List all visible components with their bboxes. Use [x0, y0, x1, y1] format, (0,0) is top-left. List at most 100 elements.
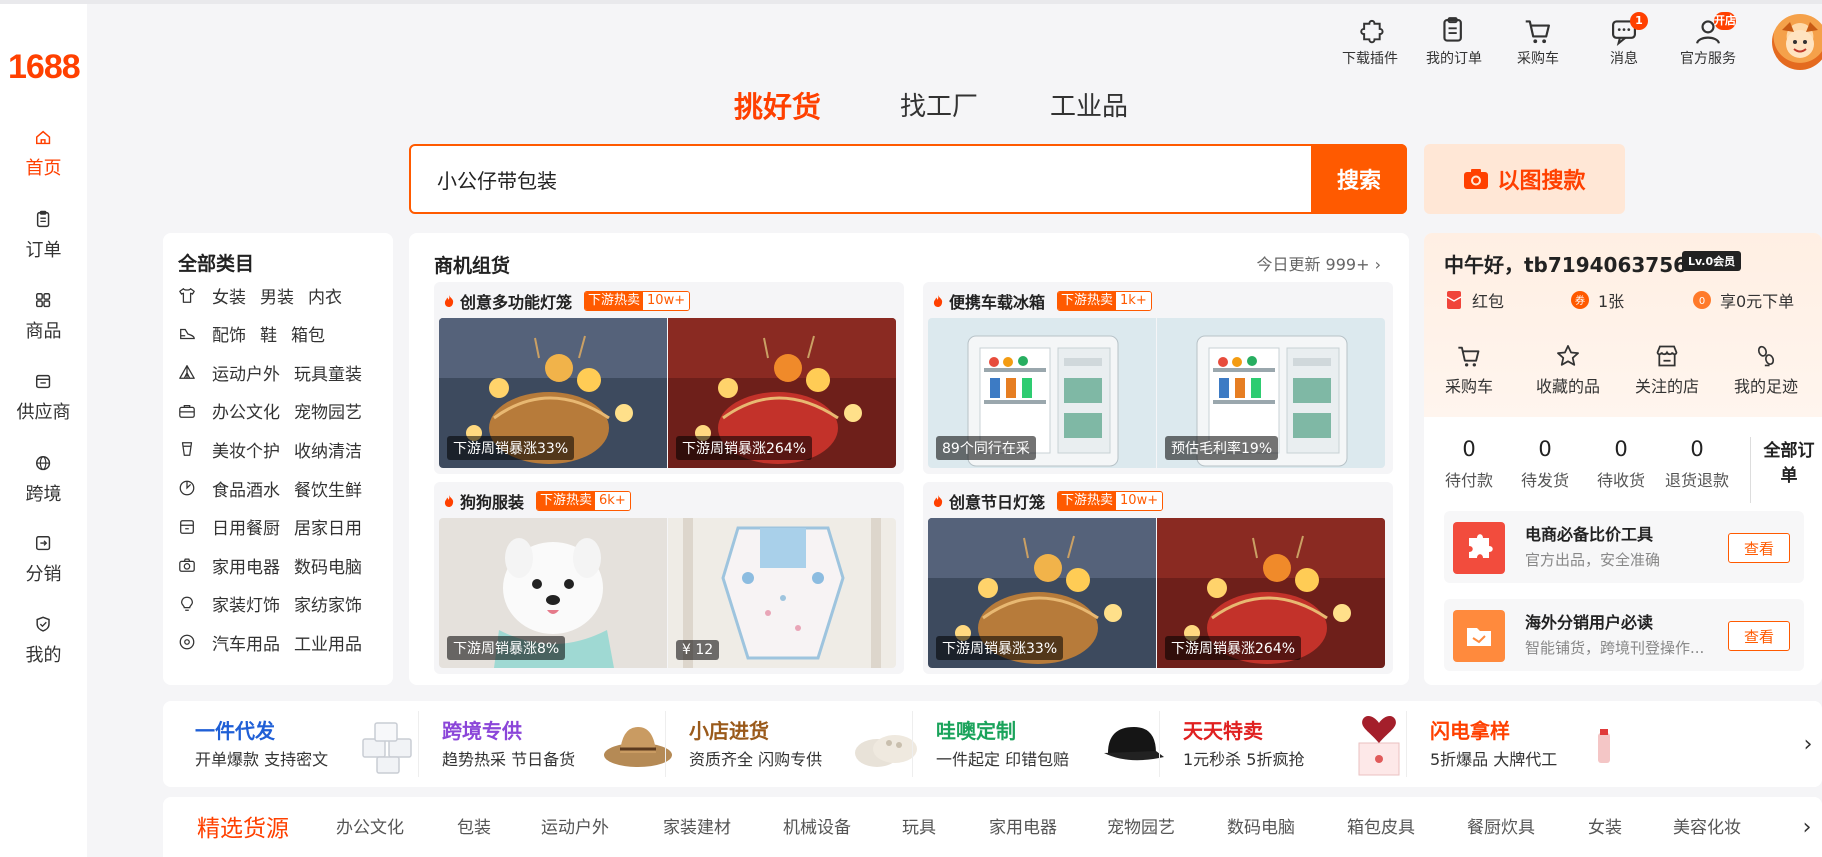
member-level-badge[interactable]: Lv.0会员: [1682, 251, 1742, 271]
category-link[interactable]: 日用餐厨: [212, 514, 280, 539]
user-quick-cart[interactable]: 采购车: [1424, 343, 1519, 397]
perk-red-packet[interactable]: 红包: [1444, 287, 1504, 313]
category-link[interactable]: 工业用品: [294, 630, 362, 655]
product-image[interactable]: 89个同行在采: [928, 318, 1156, 468]
product-image[interactable]: 下游周销暴涨264%: [1157, 518, 1385, 668]
category-link[interactable]: 家用电器: [212, 553, 280, 578]
opportunity-card[interactable]: 创意节日灯笼 下游热卖 10w+ 下游周销暴涨33% 下游周销暴涨264%: [923, 482, 1393, 674]
category-link[interactable]: 运动户外: [212, 360, 280, 385]
site-logo[interactable]: 1688: [8, 48, 81, 87]
product-image[interactable]: 下游周销暴涨8%: [439, 518, 667, 668]
category-link[interactable]: 数码电脑: [294, 553, 362, 578]
featured-category-link[interactable]: 运动户外: [541, 813, 609, 838]
channel-1[interactable]: 跨境专供 趋势热采 节日备货: [410, 701, 695, 787]
category-link[interactable]: 汽车用品: [212, 630, 280, 655]
channel-3[interactable]: 哇噢定制 一件起定 印错包赔: [904, 701, 1189, 787]
order-status[interactable]: 0 待付款: [1431, 437, 1507, 491]
category-link[interactable]: 家装灯饰: [212, 591, 280, 616]
category-row: 办公文化 宠物园艺: [178, 396, 376, 426]
featured-category-link[interactable]: 宠物园艺: [1107, 813, 1175, 838]
all-orders-link[interactable]: 全部订单: [1760, 439, 1818, 489]
product-image[interactable]: 下游周销暴涨33%: [928, 518, 1156, 668]
category-link[interactable]: 美妆个护: [212, 437, 280, 462]
sidebar-item-2[interactable]: 商品: [0, 291, 87, 343]
sidebar-item-5[interactable]: 分销: [0, 534, 87, 586]
category-link[interactable]: 收纳清洁: [294, 437, 362, 462]
channel-4[interactable]: 天天特卖 1元秒杀 5折疯抢: [1151, 701, 1436, 787]
featured-category-link[interactable]: 箱包皮具: [1347, 813, 1415, 838]
featured-category-link[interactable]: 玩具: [902, 813, 936, 838]
tab-pick-goods[interactable]: 挑好货: [734, 84, 821, 126]
user-quick-shop[interactable]: 关注的店: [1617, 343, 1717, 397]
chevron-right-icon: ›: [1803, 731, 1813, 757]
category-link[interactable]: 家纺家饰: [294, 591, 362, 616]
top-user-button[interactable]: 官方服务 开店: [1668, 12, 1748, 68]
channel-next-arrow[interactable]: ›: [1794, 701, 1822, 787]
featured-category-link[interactable]: 机械设备: [783, 813, 851, 838]
shirt-icon: [179, 288, 195, 303]
sidebar-item-4[interactable]: 跨境: [0, 454, 87, 506]
perk-coupon[interactable]: 券 1张: [1570, 287, 1624, 313]
user-quick-footprint[interactable]: 我的足迹: [1716, 343, 1816, 397]
top-clipboard-button[interactable]: 我的订单: [1414, 16, 1494, 68]
category-link[interactable]: 配饰: [212, 321, 246, 346]
tool-card[interactable]: 海外分销用户必读 智能铺货，跨境刊登操作... 查看: [1444, 599, 1804, 671]
sidebar-item-1[interactable]: 订单: [0, 210, 87, 262]
product-image[interactable]: 下游周销暴涨33%: [439, 318, 667, 468]
category-link[interactable]: 鞋: [260, 321, 277, 346]
featured-category-link[interactable]: 餐厨炊具: [1467, 813, 1535, 838]
category-link[interactable]: 餐饮生鲜: [294, 476, 362, 501]
image-search-button[interactable]: 以图搜款: [1424, 144, 1625, 214]
featured-category-link[interactable]: 办公文化: [336, 813, 404, 838]
view-button[interactable]: 查看: [1728, 621, 1790, 651]
sidebar-item-0[interactable]: 首页: [0, 128, 87, 180]
category-link[interactable]: 内衣: [308, 283, 342, 308]
opportunity-card[interactable]: 创意多功能灯笼 下游热卖 10w+ 下游周销暴涨33% 下游周销暴涨264%: [434, 282, 904, 474]
opportunity-card[interactable]: 狗狗服装 下游热卖 6k+ 下游周销暴涨8% ¥ 12: [434, 482, 904, 674]
business-more-link[interactable]: 今日更新 999+ ›: [1256, 251, 1381, 275]
tab-find-factory[interactable]: 找工厂: [900, 86, 978, 123]
perk-zero-order[interactable]: 0 享0元下单: [1692, 287, 1794, 313]
category-link[interactable]: 箱包: [291, 321, 325, 346]
channel-5[interactable]: 闪电拿样 5折爆品 大牌代工: [1398, 701, 1683, 787]
tag-label: 下游热卖: [585, 292, 644, 310]
product-image[interactable]: 预估毛利率19%: [1157, 318, 1385, 468]
channel-2[interactable]: 小店进货 资质齐全 闪购专供: [657, 701, 942, 787]
category-link[interactable]: 宠物园艺: [294, 398, 362, 423]
category-link[interactable]: 男装: [260, 283, 294, 308]
featured-category-link[interactable]: 包装: [457, 813, 491, 838]
tool-card[interactable]: 电商必备比价工具 官方出品，安全准确 查看: [1444, 511, 1804, 583]
view-button[interactable]: 查看: [1728, 533, 1790, 563]
top-divider: [0, 0, 1822, 4]
sidebar-item-label: 供应商: [16, 402, 71, 423]
order-status[interactable]: 0 待发货: [1507, 437, 1583, 491]
user-avatar[interactable]: [1772, 14, 1822, 70]
opportunity-card[interactable]: 便携车载冰箱 下游热卖 1k+ 89个同行在采 预估毛利率19%: [923, 282, 1393, 474]
category-link[interactable]: 居家日用: [294, 514, 362, 539]
category-link[interactable]: 食品酒水: [212, 476, 280, 501]
top-cart-button[interactable]: 采购车: [1498, 16, 1578, 68]
tab-industrial[interactable]: 工业品: [1050, 86, 1128, 123]
category-link[interactable]: 女装: [212, 283, 246, 308]
featured-category-link[interactable]: 家装建材: [663, 813, 731, 838]
featured-category-link[interactable]: 美容化妆: [1673, 813, 1741, 838]
user-quick-star[interactable]: 收藏的品: [1518, 343, 1618, 397]
featured-category-link[interactable]: 家用电器: [989, 813, 1057, 838]
category-link[interactable]: 办公文化: [212, 398, 280, 423]
order-status[interactable]: 0 待收货: [1583, 437, 1659, 491]
order-status[interactable]: 0 退货退款: [1659, 437, 1735, 491]
search-input[interactable]: [411, 146, 1315, 212]
product-image[interactable]: ¥ 12: [668, 518, 896, 668]
featured-next-arrow[interactable]: ›: [1792, 797, 1822, 857]
category-link[interactable]: 玩具童装: [294, 360, 362, 385]
category-row: 女装 男装 内衣: [178, 280, 356, 310]
sidebar-item-6[interactable]: 我的: [0, 615, 87, 667]
featured-category-link[interactable]: 数码电脑: [1227, 813, 1295, 838]
channel-0[interactable]: 一件代发 开单爆款 支持密文: [163, 701, 448, 787]
top-message-button[interactable]: 消息 1: [1584, 12, 1664, 68]
top-puzzle-button[interactable]: 下载插件: [1330, 16, 1410, 68]
product-image[interactable]: 下游周销暴涨264%: [668, 318, 896, 468]
featured-category-link[interactable]: 女装: [1588, 813, 1622, 838]
sidebar-item-3[interactable]: 供应商: [0, 372, 87, 424]
search-button[interactable]: 搜索: [1311, 144, 1407, 214]
